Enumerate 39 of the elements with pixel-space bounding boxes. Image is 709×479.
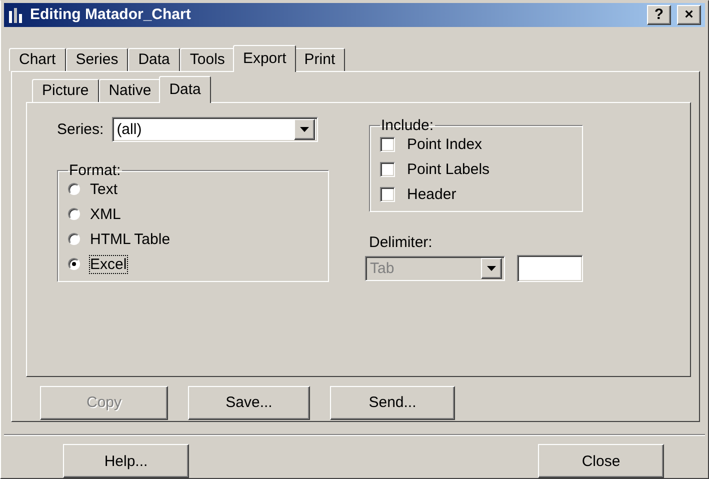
option-label: HTML Table [90,230,170,248]
group-title: Format: [68,162,122,179]
window-title: Editing Matador_Chart [30,6,192,24]
close-button[interactable]: Close [538,444,664,478]
delimiter-label: Delimiter: [369,234,434,251]
help-button[interactable]: Help... [63,444,189,478]
tab[interactable]: Data [159,76,211,103]
help-button[interactable]: ? [647,4,671,25]
tab[interactable]: Tools [180,48,235,71]
option-label: Excel [90,256,127,273]
radio-button[interactable] [68,208,80,220]
series-label: Series: [57,120,104,138]
radio-button[interactable] [68,233,80,246]
close-button[interactable]: × [677,4,701,25]
chart-icon [8,6,24,23]
option-label: Point Index [407,136,482,153]
tab[interactable]: Picture [32,78,99,102]
option-label: Point Labels [407,160,490,178]
input-field[interactable] [517,254,583,282]
action-button[interactable]: Save... [188,386,310,420]
group-title: Include: [380,116,435,134]
checkbox[interactable] [380,162,395,177]
checkbox[interactable] [380,186,395,202]
tab[interactable]: Series [66,48,128,71]
option-label: Text [90,180,118,198]
option-label: XML [90,206,121,223]
radio-button[interactable] [68,258,80,270]
tab[interactable]: Export [232,44,296,72]
tab[interactable]: Data [128,48,180,71]
radio-button[interactable] [68,183,80,196]
tab[interactable]: Native [98,78,162,102]
tab[interactable]: Print [294,48,346,71]
tab[interactable]: Chart [9,48,66,71]
dropdown-arrow-icon [487,266,496,271]
series-dropdown[interactable]: (all) [112,116,318,142]
dropdown-arrow-icon [300,126,309,132]
action-button[interactable]: Send... [330,386,455,420]
checkbox[interactable] [380,136,395,152]
option-label: Header [407,186,456,203]
